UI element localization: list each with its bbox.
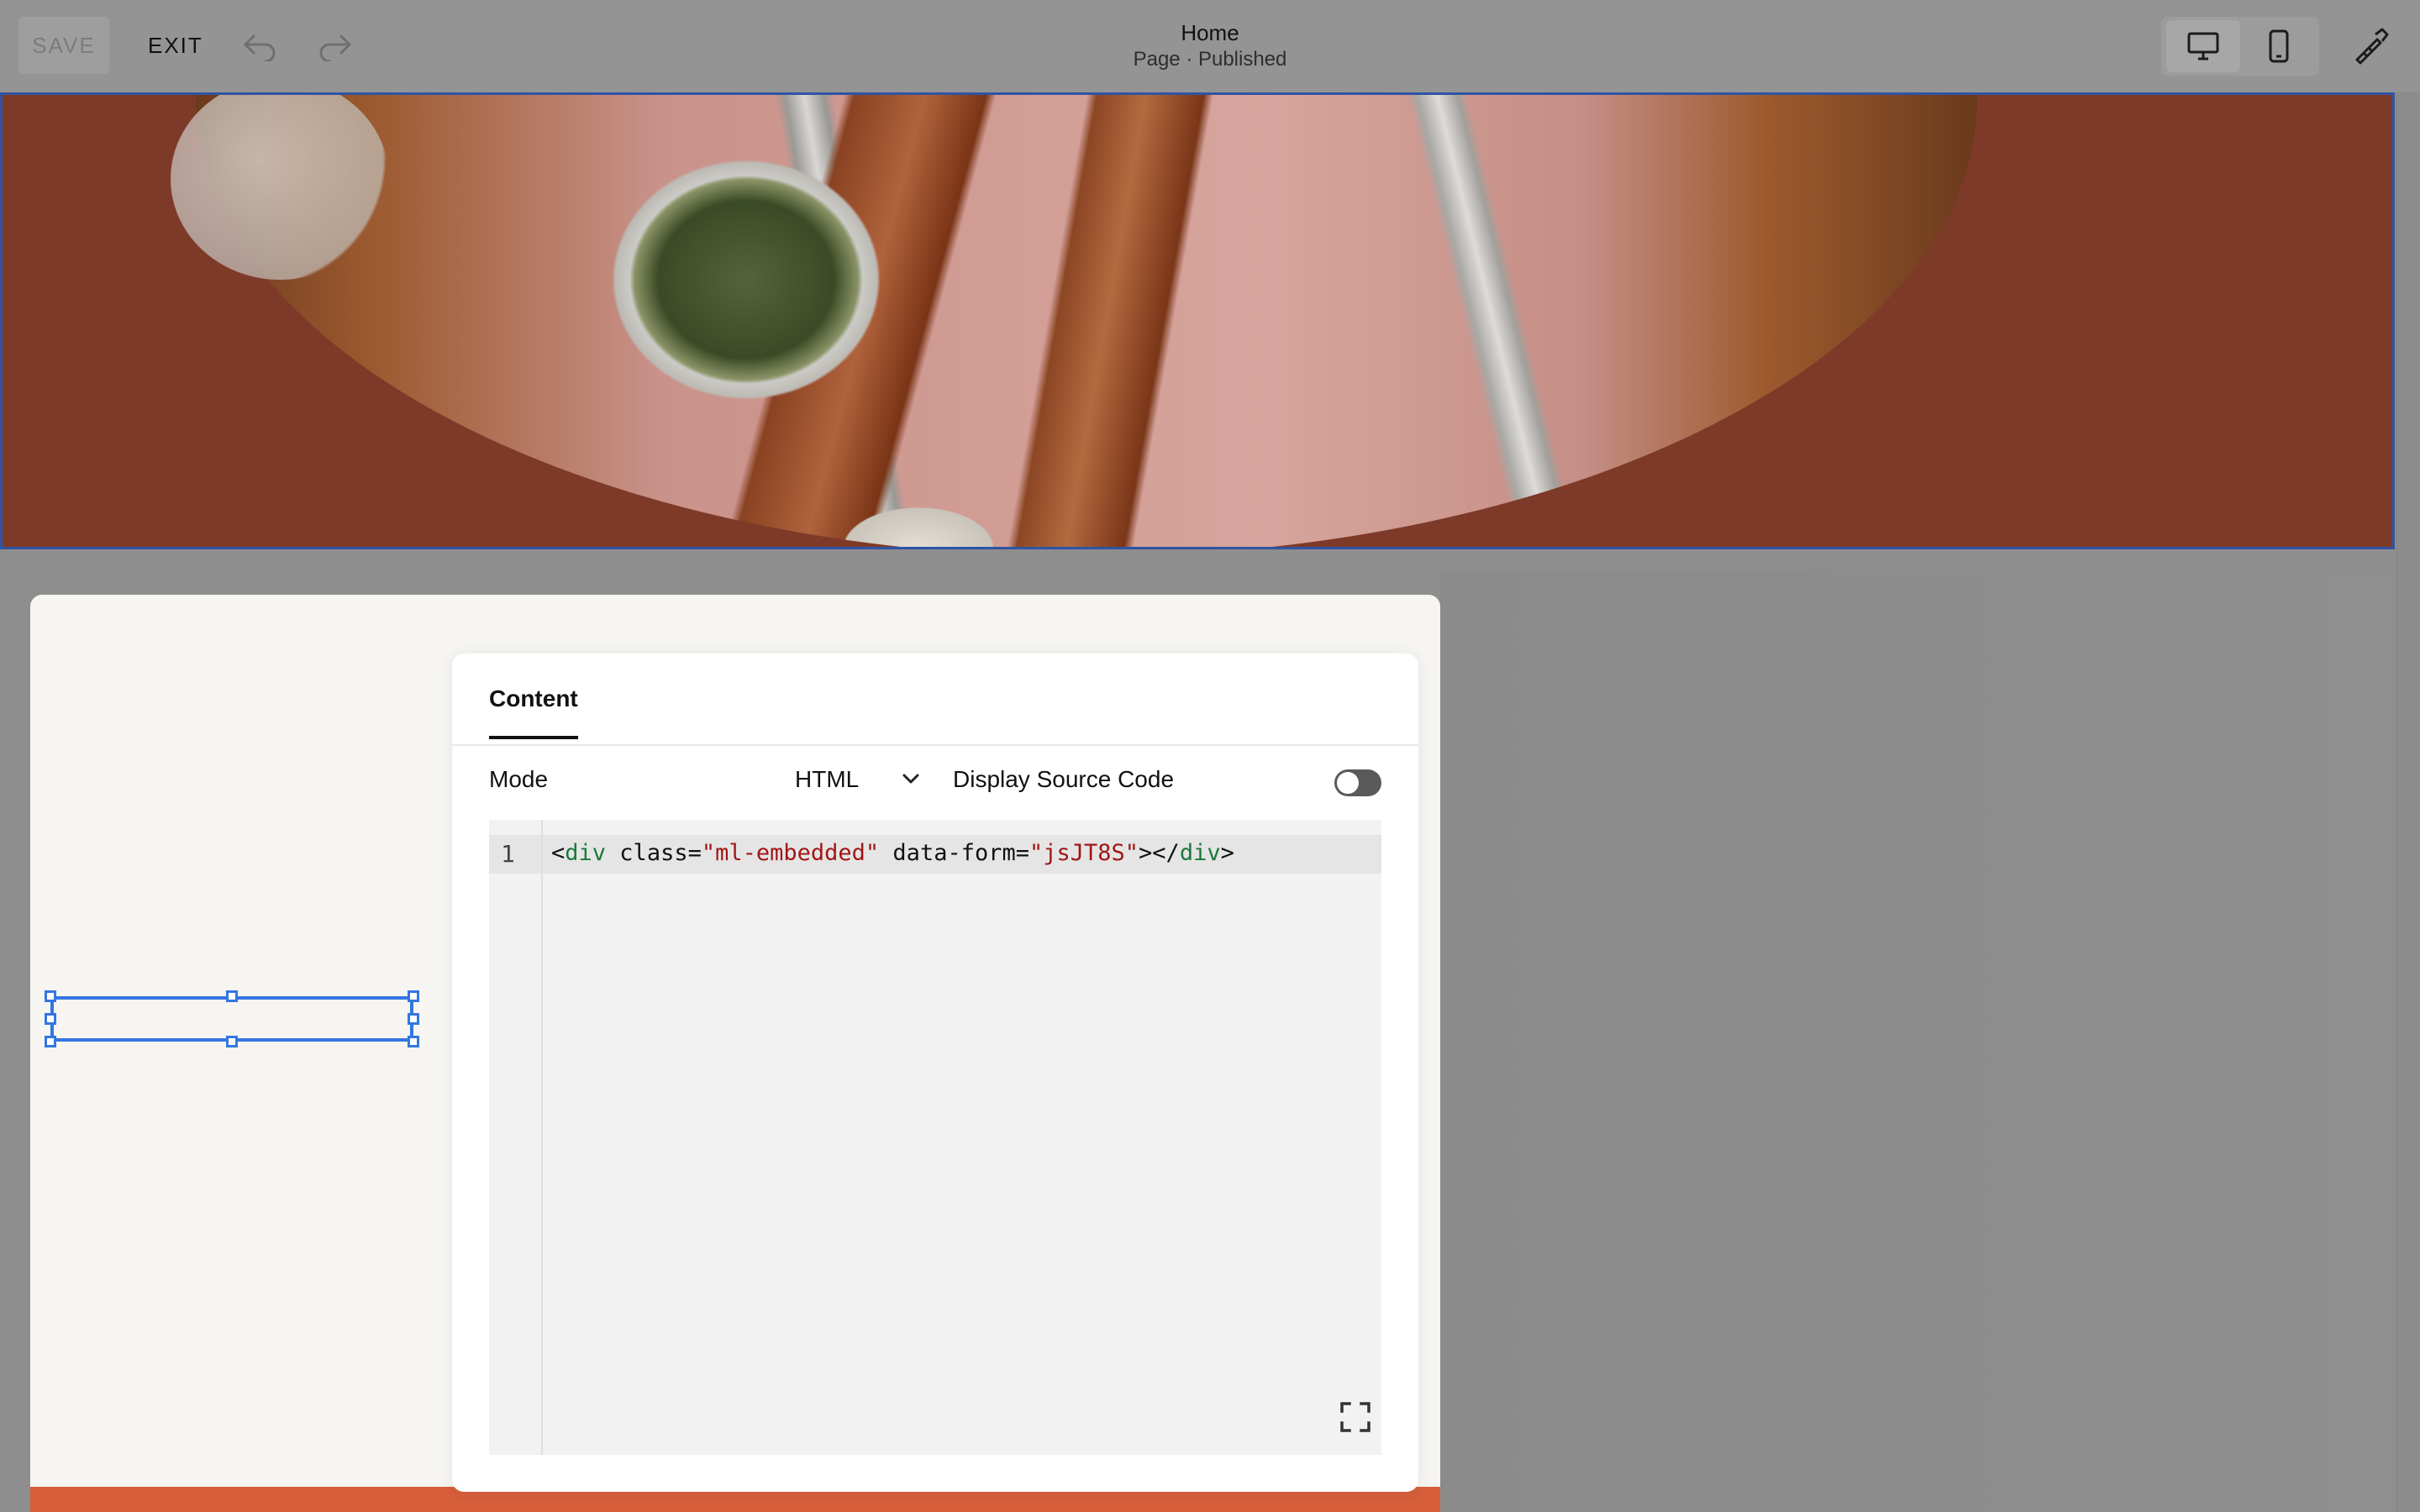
resize-handle-r[interactable]: [408, 1013, 419, 1025]
chevron-down-icon: [901, 771, 921, 790]
hero-food-image: [196, 95, 1977, 547]
exit-button[interactable]: EXIT: [134, 17, 217, 74]
scrollbar[interactable]: [2396, 92, 2420, 1512]
redo-icon[interactable]: [311, 25, 358, 67]
code-block-editor-panel: Content Mode HTML Display Source Code 1 …: [452, 654, 1418, 1492]
save-button[interactable]: SAVE: [18, 17, 109, 74]
canvas-dim-overlay: [1440, 571, 2395, 1512]
resize-handle-b[interactable]: [226, 1036, 238, 1047]
code-token-punct: ></: [1139, 840, 1180, 866]
display-source-toggle[interactable]: [1334, 769, 1381, 796]
code-token-str: "ml-embedded": [701, 840, 880, 866]
display-source-label: Display Source Code: [953, 766, 1175, 792]
resize-handle-t[interactable]: [226, 990, 238, 1002]
code-token-punct: >: [1220, 840, 1234, 866]
toggle-knob: [1337, 772, 1359, 794]
page-status: Page · Published: [1133, 48, 1287, 71]
expand-icon[interactable]: [1339, 1401, 1371, 1433]
panel-tabs: Content: [452, 654, 1418, 746]
mobile-icon[interactable]: [2244, 20, 2314, 72]
mode-value: HTML: [795, 766, 860, 792]
code-token-tag: div: [565, 840, 607, 866]
line-gutter: [489, 820, 543, 1455]
code-token-attr: data-form=: [879, 840, 1029, 866]
code-token-tag: div: [1179, 840, 1221, 866]
editor-toolbar: SAVE EXIT Home Page · Published: [0, 0, 2420, 93]
line-number: 1: [501, 840, 515, 868]
resize-handle-l[interactable]: [45, 1013, 56, 1025]
page-title-block: Home Page · Published: [1042, 18, 1378, 72]
undo-icon[interactable]: [237, 25, 284, 67]
code-editor[interactable]: 1 <div class="ml-embedded" data-form="js…: [489, 820, 1381, 1455]
selected-code-block[interactable]: [50, 996, 413, 1042]
code-token-attr: class=: [606, 840, 702, 866]
resize-handle-bl[interactable]: [45, 1036, 56, 1047]
desktop-icon[interactable]: [2166, 20, 2240, 72]
code-token-punct: <: [551, 840, 566, 866]
resize-handle-tl[interactable]: [45, 990, 56, 1002]
resize-handle-br[interactable]: [408, 1036, 419, 1047]
mode-label: Mode: [489, 766, 549, 792]
code-token-str: "jsJT8S": [1028, 840, 1139, 866]
code-line[interactable]: <div class="ml-embedded" data-form="jsJT…: [551, 840, 1234, 866]
resize-handle-tr[interactable]: [408, 990, 419, 1002]
paintbrush-ruler-icon[interactable]: [2344, 20, 2396, 72]
mode-select[interactable]: HTML: [795, 761, 921, 798]
page-title: Home: [1181, 20, 1239, 45]
hero-section[interactable]: [0, 92, 2395, 549]
tab-content[interactable]: Content: [489, 685, 578, 739]
